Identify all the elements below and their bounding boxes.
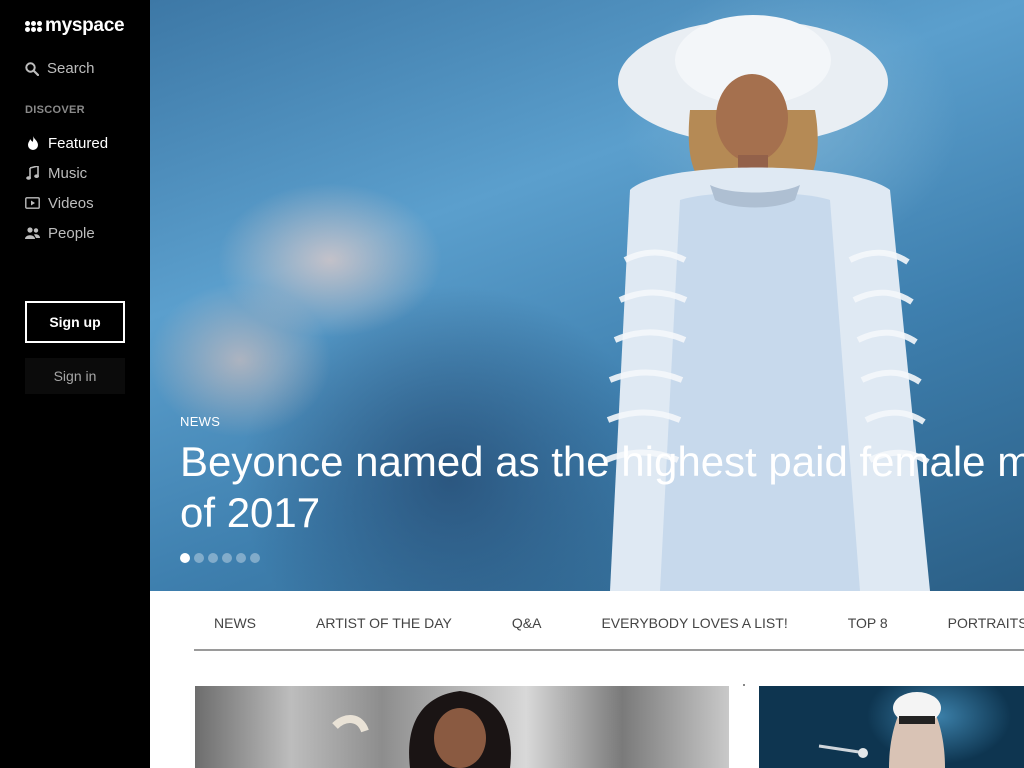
carousel-dot[interactable] [236, 553, 246, 563]
sidebar-item-featured[interactable]: Featured [25, 128, 108, 158]
myspace-logo-icon [25, 20, 42, 32]
divider-dot [743, 684, 745, 686]
hero-category[interactable]: NEWS [180, 414, 220, 429]
sidebar-item-label: People [48, 224, 95, 242]
article-card-image[interactable] [759, 686, 1024, 768]
category-tabs: NEWS ARTIST OF THE DAY Q&A EVERYBODY LOV… [194, 606, 1024, 651]
discover-heading: DISCOVER [25, 104, 85, 116]
carousel-dots [180, 553, 260, 563]
hero-title[interactable]: Beyonce named as the highest paid female… [180, 436, 1024, 538]
sidebar-item-label: Music [48, 164, 88, 182]
people-icon [25, 226, 40, 241]
carousel-dot[interactable] [222, 553, 232, 563]
carousel-dot[interactable] [208, 553, 218, 563]
myspace-logo[interactable]: myspace [25, 15, 125, 37]
video-play-icon [25, 196, 40, 211]
brand-name: myspace [45, 15, 125, 36]
sidebar-item-music[interactable]: Music [25, 158, 108, 188]
carousel-dot[interactable] [180, 553, 190, 563]
carousel-dot[interactable] [194, 553, 204, 563]
tab-portraits[interactable]: PORTRAITS [908, 606, 1024, 640]
search-icon [25, 61, 39, 76]
sidebar-item-videos[interactable]: Videos [25, 188, 108, 218]
hero-carousel[interactable]: NEWS Beyonce named as the highest paid f… [150, 0, 1024, 591]
article-card-image[interactable] [195, 686, 729, 768]
tab-top-8[interactable]: TOP 8 [808, 606, 908, 640]
sign-in-button[interactable]: Sign in [25, 358, 125, 394]
carousel-dot[interactable] [250, 553, 260, 563]
card-image-art [332, 691, 511, 768]
music-note-icon [25, 166, 40, 181]
search-label: Search [47, 60, 95, 77]
tab-qa[interactable]: Q&A [472, 606, 562, 640]
tab-news[interactable]: NEWS [194, 606, 276, 640]
sidebar-item-people[interactable]: People [25, 218, 108, 248]
search-link[interactable]: Search [25, 60, 95, 77]
sidebar-item-label: Videos [48, 194, 94, 212]
tab-everybody-loves-a-list[interactable]: EVERYBODY LOVES A LIST! [561, 606, 807, 640]
sign-up-button[interactable]: Sign up [25, 301, 125, 343]
discover-nav: Featured Music Videos People [25, 128, 108, 248]
sidebar-item-label: Featured [48, 134, 109, 152]
card-image-art [818, 692, 945, 768]
flame-icon [25, 136, 40, 151]
tab-artist-of-the-day[interactable]: ARTIST OF THE DAY [276, 606, 472, 640]
sidebar: myspace Search DISCOVER Featured Music V… [0, 0, 150, 768]
